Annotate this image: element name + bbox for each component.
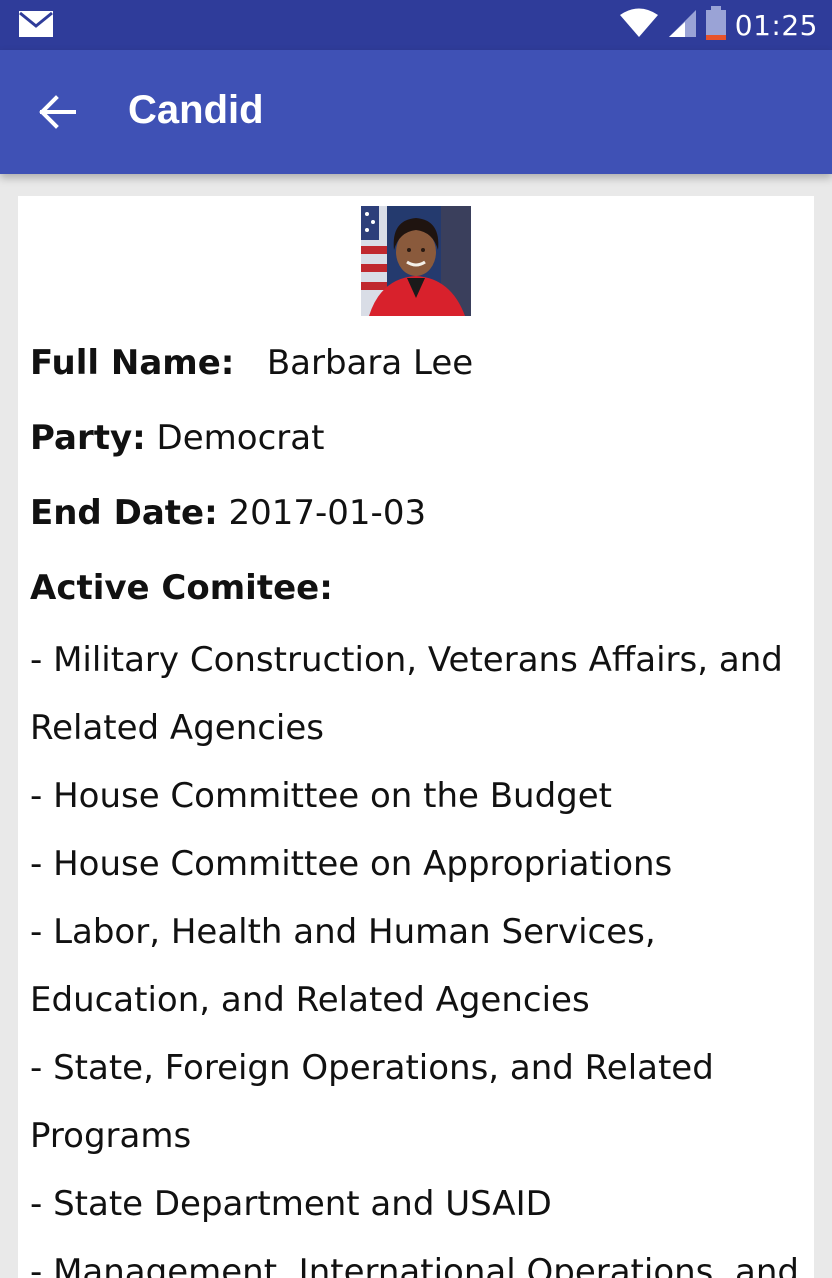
full-name-value: Barbara Lee bbox=[245, 343, 473, 383]
arrow-left-icon[interactable] bbox=[36, 90, 80, 134]
app-title: Candid bbox=[128, 88, 264, 132]
full-name-label: Full Name: bbox=[30, 343, 235, 383]
committee-item: - House Committee on the Budget bbox=[30, 776, 613, 816]
profile-photo bbox=[361, 206, 471, 316]
signal-icon bbox=[667, 8, 697, 43]
full-name-row: Full Name: Barbara Lee bbox=[30, 326, 810, 401]
mail-icon bbox=[18, 10, 54, 43]
committee-label: Active Comitee: bbox=[30, 568, 333, 608]
committee-list: - Military Construction, Veterans Affair… bbox=[30, 626, 810, 1278]
status-time: 01:25 bbox=[734, 8, 818, 42]
battery-icon bbox=[705, 5, 727, 45]
committee-item: - State, Foreign Operations, and Related… bbox=[30, 1048, 714, 1156]
committee-item: - Military Construction, Veterans Affair… bbox=[30, 640, 783, 748]
committee-item: - Labor, Health and Human Services, Educ… bbox=[30, 912, 656, 1020]
end-date-value: 2017-01-03 bbox=[228, 493, 427, 533]
status-bar: 01:25 bbox=[0, 0, 832, 50]
profile-details: Full Name: Barbara Lee Party: Democrat E… bbox=[30, 326, 810, 1278]
app-bar: Candid bbox=[0, 50, 832, 174]
status-icons: 01:25 bbox=[619, 0, 818, 50]
end-date-label: End Date: bbox=[30, 493, 218, 533]
party-label: Party: bbox=[30, 418, 146, 458]
committee-item: - Management, International Operations, … bbox=[30, 1252, 799, 1278]
committee-item: - State Department and USAID bbox=[30, 1184, 552, 1224]
profile-card: Full Name: Barbara Lee Party: Democrat E… bbox=[18, 196, 814, 1278]
end-date-row: End Date: 2017-01-03 bbox=[30, 476, 810, 551]
wifi-icon bbox=[619, 8, 659, 43]
party-row: Party: Democrat bbox=[30, 401, 810, 476]
full-name-text: Barbara Lee bbox=[266, 343, 474, 383]
committee-item: - House Committee on Appropriations bbox=[30, 844, 673, 884]
party-value: Democrat bbox=[156, 418, 325, 458]
